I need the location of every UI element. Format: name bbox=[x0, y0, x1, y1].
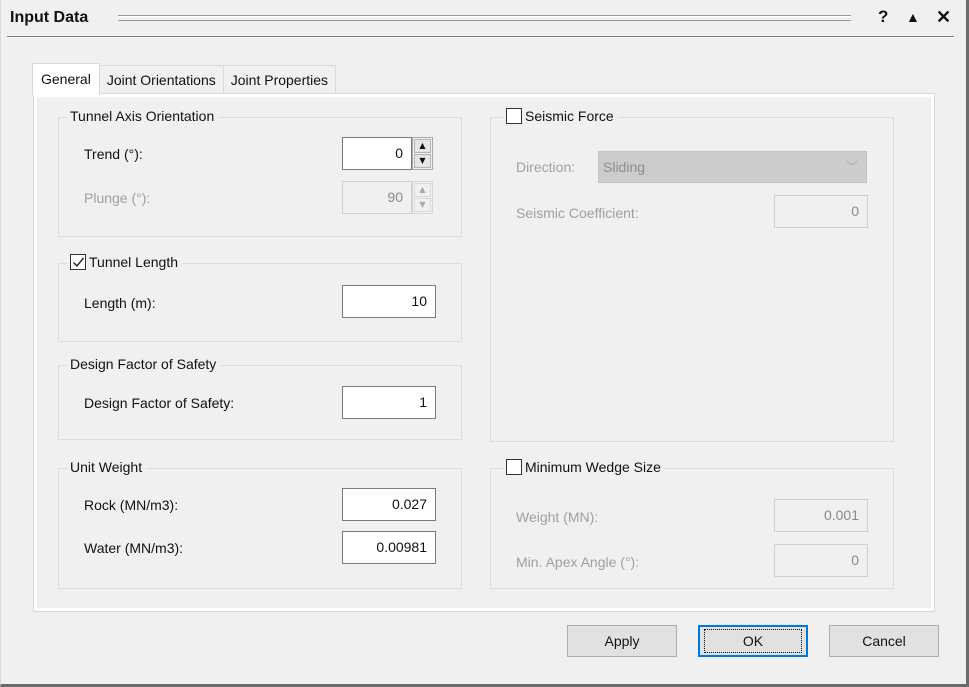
ok-button[interactable]: OK bbox=[698, 625, 808, 657]
min-weight-input[interactable]: 0.001 bbox=[774, 499, 868, 532]
seismic-coefficient-input[interactable]: 0 bbox=[774, 195, 868, 228]
tunnel-length-title: Tunnel Length bbox=[89, 254, 178, 270]
checkmark-icon bbox=[73, 257, 85, 268]
title-bar[interactable]: Input Data ? ▲ ✕ bbox=[1, 0, 967, 36]
plunge-increment-button[interactable]: ▲ bbox=[414, 183, 431, 197]
plunge-spinner: ▲ ▼ bbox=[412, 181, 433, 214]
rock-unit-weight-input[interactable]: 0.027 bbox=[342, 488, 436, 521]
seismic-force-group-title: Seismic Force bbox=[503, 108, 618, 124]
title-separator bbox=[7, 36, 954, 38]
water-unit-weight-input[interactable]: 0.00981 bbox=[342, 531, 436, 564]
min-wedge-title: Minimum Wedge Size bbox=[525, 459, 661, 475]
cancel-button[interactable]: Cancel bbox=[829, 625, 939, 657]
seismic-force-title: Seismic Force bbox=[525, 108, 614, 124]
trend-label: Trend (°): bbox=[84, 146, 143, 162]
length-input[interactable]: 10 bbox=[342, 285, 436, 318]
tunnel-length-group-title: Tunnel Length bbox=[67, 254, 182, 270]
direction-label: Direction: bbox=[516, 159, 576, 175]
trend-increment-button[interactable]: ▲ bbox=[414, 139, 431, 153]
tab-bar: General Joint Orientations Joint Propert… bbox=[32, 63, 337, 95]
help-icon[interactable]: ? bbox=[878, 7, 888, 27]
design-fos-group-title: Design Factor of Safety bbox=[67, 356, 221, 372]
tunnel-axis-group: Tunnel Axis Orientation bbox=[58, 108, 462, 237]
tunnel-length-checkbox[interactable] bbox=[70, 254, 86, 270]
collapse-icon[interactable]: ▲ bbox=[906, 7, 920, 27]
direction-select-value: Sliding bbox=[603, 159, 646, 175]
unit-weight-group-title: Unit Weight bbox=[67, 459, 147, 475]
trend-decrement-button[interactable]: ▼ bbox=[414, 154, 431, 168]
length-label: Length (m): bbox=[84, 295, 156, 311]
dialog-title: Input Data bbox=[10, 9, 89, 26]
min-wedge-checkbox[interactable] bbox=[506, 459, 522, 475]
chevron-down-icon: ﹀ bbox=[845, 160, 858, 174]
direction-select[interactable]: Sliding ﹀ bbox=[598, 151, 867, 183]
seismic-coefficient-label: Seismic Coefficient: bbox=[516, 205, 639, 221]
design-fos-input[interactable]: 1 bbox=[342, 386, 436, 419]
tab-general[interactable]: General bbox=[32, 63, 100, 95]
title-grip[interactable] bbox=[118, 15, 851, 21]
plunge-decrement-button[interactable]: ▼ bbox=[414, 198, 431, 212]
tab-joint-orientations[interactable]: Joint Orientations bbox=[98, 65, 224, 95]
seismic-force-checkbox[interactable] bbox=[506, 108, 522, 124]
tab-joint-properties[interactable]: Joint Properties bbox=[222, 65, 337, 95]
rock-unit-weight-label: Rock (MN/m3): bbox=[84, 497, 179, 513]
min-weight-label: Weight (MN): bbox=[516, 509, 599, 525]
tunnel-axis-group-title: Tunnel Axis Orientation bbox=[67, 108, 219, 124]
apply-button[interactable]: Apply bbox=[567, 625, 677, 657]
unit-weight-group: Unit Weight bbox=[58, 459, 462, 589]
plunge-input[interactable]: 90 bbox=[342, 181, 412, 214]
trend-input[interactable]: 0 bbox=[342, 137, 412, 170]
min-apex-angle-label: Min. Apex Angle (°): bbox=[516, 554, 640, 570]
input-data-dialog: Input Data ? ▲ ✕ General Joint Orientati… bbox=[0, 0, 969, 687]
close-icon[interactable]: ✕ bbox=[936, 7, 951, 27]
trend-spinner: ▲ ▼ bbox=[412, 137, 433, 170]
min-apex-angle-input[interactable]: 0 bbox=[774, 544, 868, 577]
plunge-label: Plunge (°): bbox=[84, 190, 151, 206]
ok-button-label: OK bbox=[703, 629, 803, 653]
min-wedge-group-title: Minimum Wedge Size bbox=[503, 459, 665, 475]
design-fos-label: Design Factor of Safety: bbox=[84, 395, 235, 411]
water-unit-weight-label: Water (MN/m3): bbox=[84, 540, 184, 556]
